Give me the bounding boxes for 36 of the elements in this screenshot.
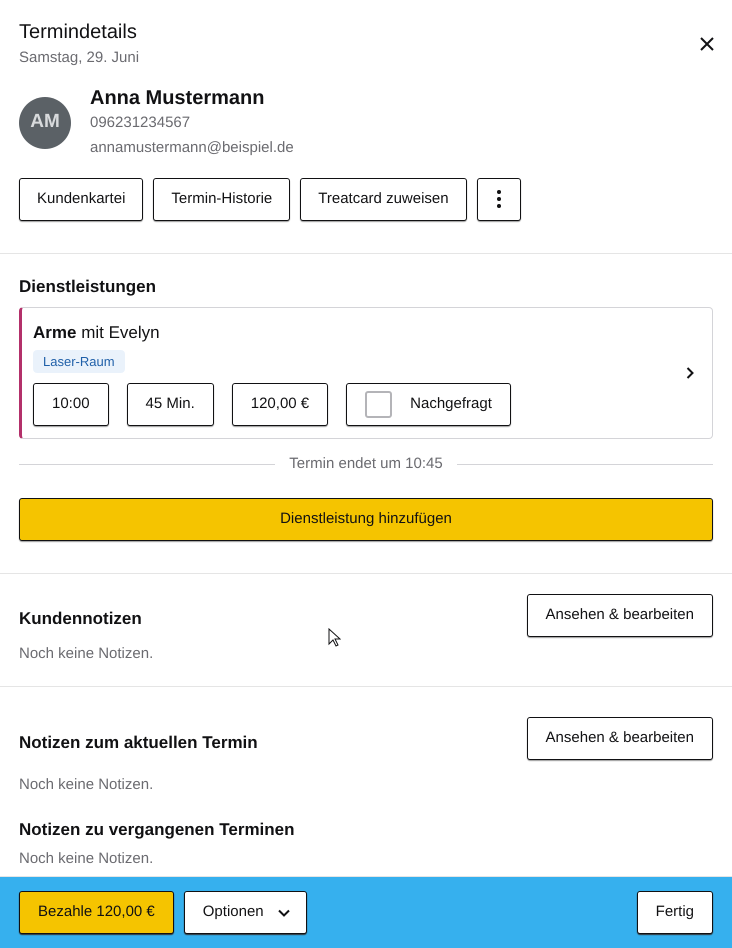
notes-empty-text: Noch keine Notizen. bbox=[19, 849, 154, 869]
view-edit-button[interactable]: Ansehen & bearbeiten bbox=[526, 717, 713, 760]
more-icon bbox=[496, 190, 501, 208]
date-subtitle: Samstag, 29. Juni bbox=[19, 48, 140, 68]
close-icon bbox=[699, 36, 715, 52]
chevron-down-icon bbox=[278, 908, 290, 916]
section-heading: Notizen zum aktuellen Termin bbox=[19, 732, 258, 754]
notes-empty-text: Noch keine Notizen. bbox=[19, 644, 154, 664]
checkbox[interactable] bbox=[365, 391, 392, 418]
action-button[interactable]: Termin-Historie bbox=[153, 178, 290, 220]
end-time-note: Termin endet um 10:45 bbox=[289, 454, 443, 474]
pay-button[interactable]: Bezahle 120,00 € bbox=[19, 891, 174, 934]
options-button[interactable]: Optionen bbox=[184, 891, 307, 934]
dialog-title: Termindetails bbox=[19, 20, 138, 44]
room-tag: Laser-Raum bbox=[33, 350, 125, 373]
service-title: Arme mit Evelyn bbox=[33, 322, 161, 344]
more-button[interactable] bbox=[476, 178, 521, 220]
view-edit-button[interactable]: Ansehen & bearbeiten bbox=[526, 594, 713, 636]
avatar: AM bbox=[19, 96, 71, 148]
customer-email: annamustermann@beispiel.de bbox=[90, 138, 294, 158]
cursor-icon bbox=[328, 628, 341, 647]
action-button[interactable]: Treatcard zuweisen bbox=[300, 178, 467, 220]
notes-empty-text: Noch keine Notizen. bbox=[19, 775, 154, 795]
add-service-button[interactable]: Dienstleistung hinzufügen bbox=[19, 498, 713, 540]
time-button[interactable]: 10:00 bbox=[33, 383, 109, 426]
chevron-right-icon[interactable] bbox=[686, 367, 694, 379]
action-button[interactable]: Kundenkartei bbox=[19, 178, 144, 220]
section-heading: Kundennotizen bbox=[19, 608, 142, 630]
duration-button[interactable]: 45 Min. bbox=[126, 383, 214, 426]
customer-phone: 096231234567 bbox=[90, 112, 192, 132]
customer-name: Anna Mustermann bbox=[90, 86, 266, 110]
done-button[interactable]: Fertig bbox=[636, 891, 713, 934]
checkbox-label: Nachgefragt bbox=[410, 394, 492, 414]
section-heading: Dienstleistungen bbox=[19, 276, 157, 298]
section-heading: Notizen zu vergangenen Terminen bbox=[19, 818, 295, 841]
price-button[interactable]: 120,00 € bbox=[232, 383, 328, 426]
